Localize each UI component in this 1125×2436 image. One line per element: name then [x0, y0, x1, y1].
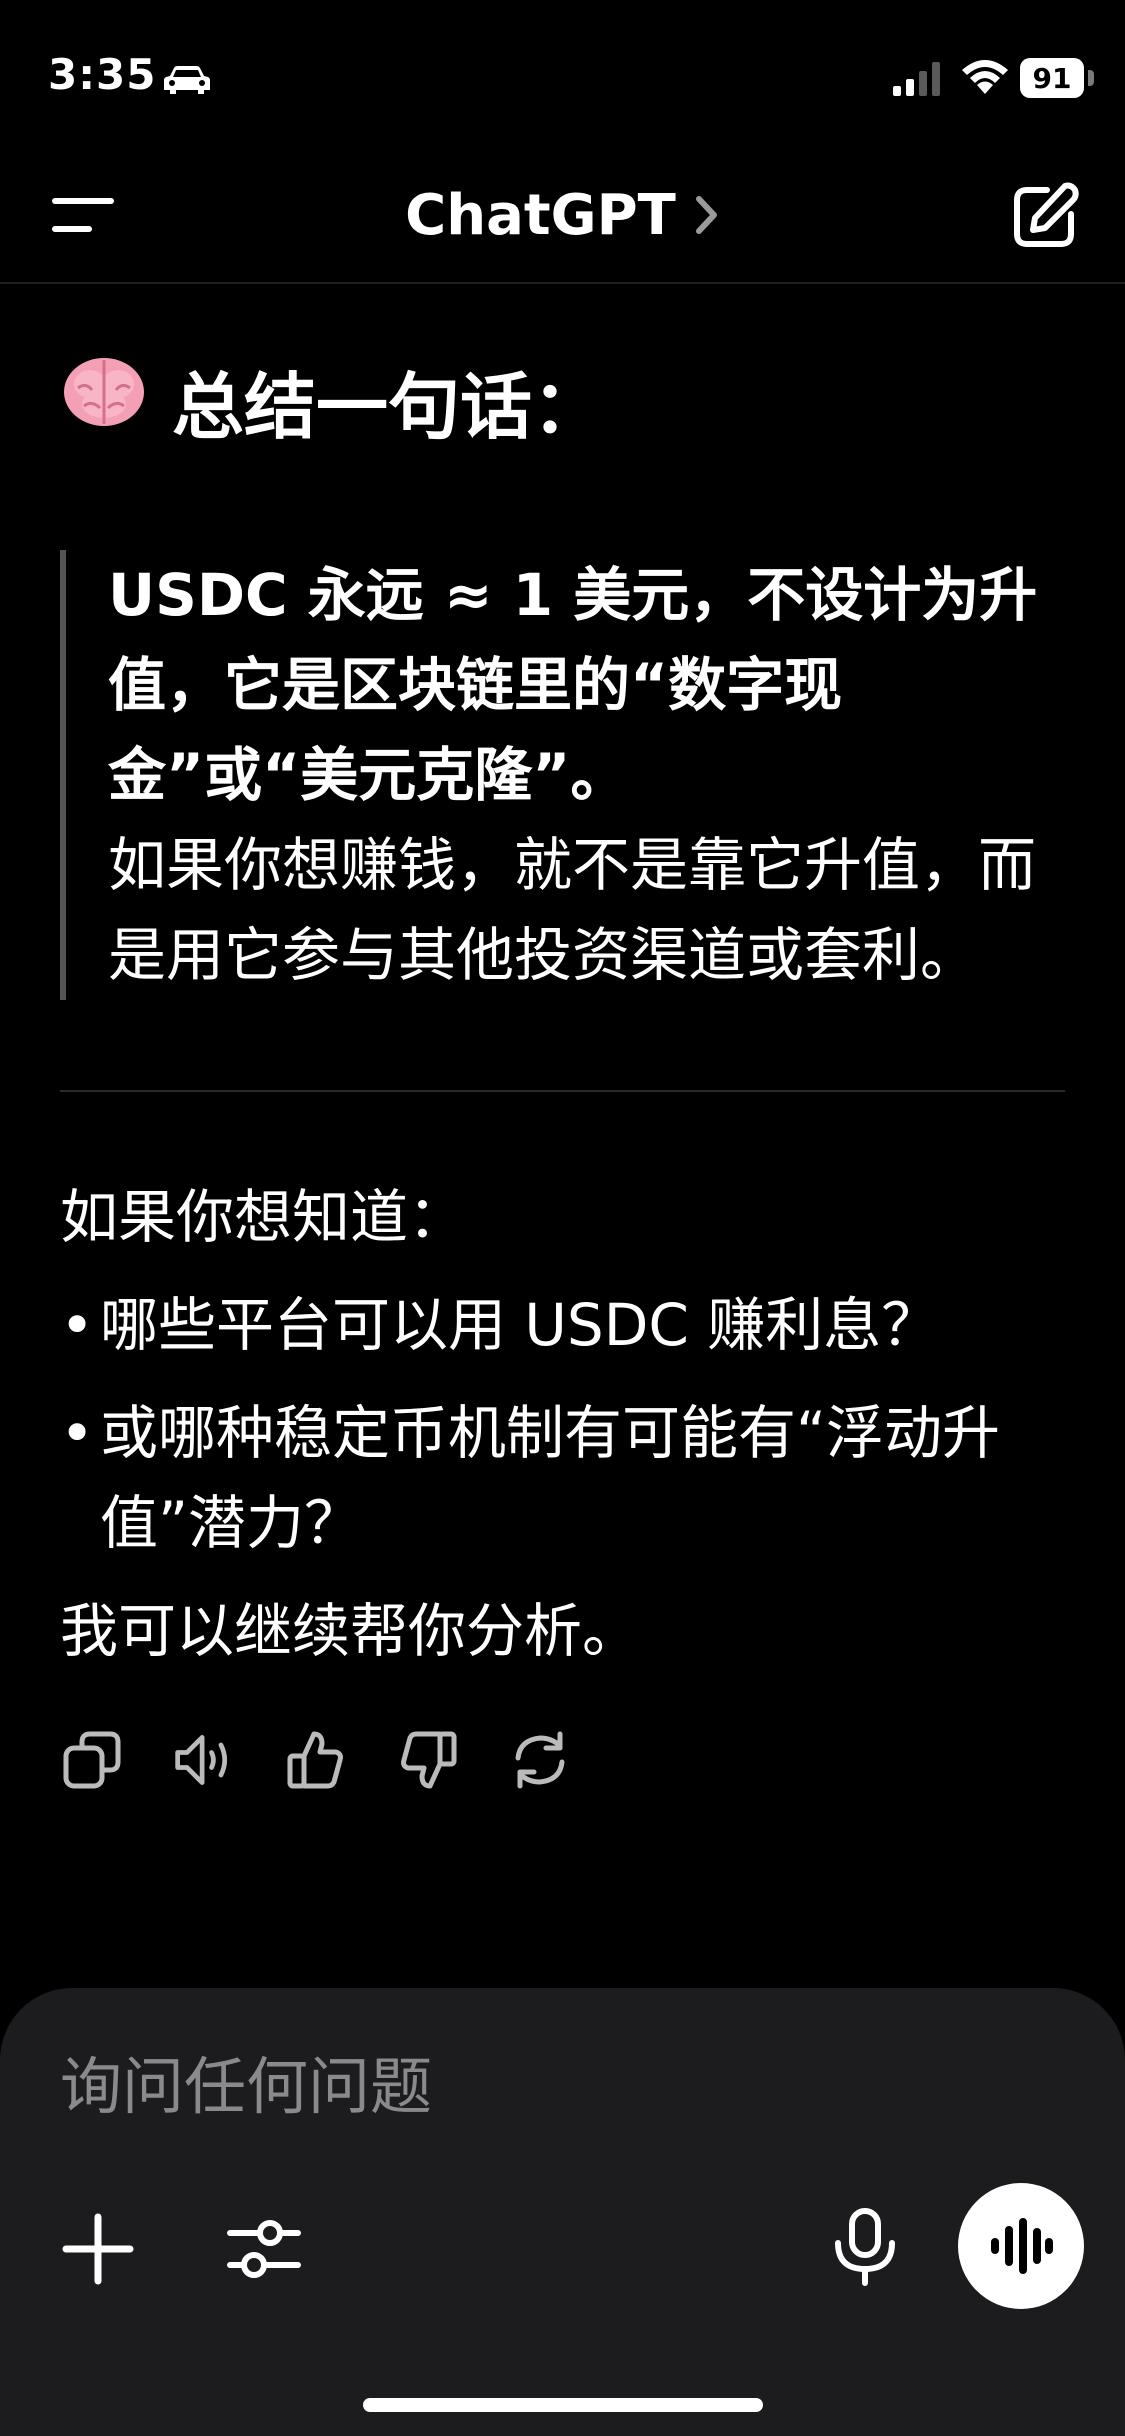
composer: 询问任何问题: [0, 1988, 1125, 2436]
quote-normal-text: 如果你想赚钱，就不是靠它升值，而是用它参与其他投资渠道或套利。: [108, 831, 1037, 989]
chevron-right-icon: [694, 186, 720, 251]
signal-icon: [893, 62, 945, 100]
compose-icon[interactable]: [1009, 180, 1081, 256]
sliders-icon: [227, 2220, 301, 2278]
bullet: •: [60, 1399, 95, 1467]
thumbs-up-button[interactable]: [284, 1728, 348, 1792]
microphone-icon: [835, 2208, 895, 2286]
battery-icon: 91: [1020, 58, 1084, 98]
followup-section: 如果你想知道： • 哪些平台可以用 USDC 赚利息？ • 或哪种稳定币机制有可…: [60, 1172, 1065, 1676]
voice-mode-button[interactable]: [958, 2183, 1084, 2309]
followup-outro: 我可以继续帮你分析。: [60, 1597, 641, 1665]
list-item-text: 或哪种稳定币机制有可能有“浮动升值”潜力？: [100, 1399, 1001, 1557]
followup-list: • 哪些平台可以用 USDC 赚利息？ • 或哪种稳定币机制有可能有“浮动升值”…: [60, 1280, 1065, 1568]
summary-quote: USDC 永远 ≈ 1 美元，不设计为升值，它是区块链里的“数字现金”或“美元克…: [60, 550, 1065, 1000]
summary-heading: 总结一句话：: [60, 350, 1065, 450]
divider: [60, 1090, 1065, 1092]
list-item-text: 哪些平台可以用 USDC 赚利息？: [100, 1291, 940, 1359]
thumbs-down-button[interactable]: [396, 1728, 460, 1792]
regenerate-icon: [515, 1731, 565, 1789]
list-item: • 哪些平台可以用 USDC 赚利息？: [60, 1280, 1065, 1370]
regenerate-button[interactable]: [508, 1728, 572, 1792]
composer-toolbar: [0, 2183, 1125, 2313]
thumbs-down-icon: [401, 1731, 457, 1789]
dictate-button[interactable]: [830, 2207, 900, 2291]
list-item: • 或哪种稳定币机制有可能有“浮动升值”潜力？: [60, 1388, 1065, 1568]
brain-icon: [60, 348, 148, 453]
battery-tip: [1088, 70, 1094, 86]
home-indicator[interactable]: [363, 2398, 763, 2412]
plus-icon: [62, 2213, 134, 2285]
quote-bold-text: USDC 永远 ≈ 1 美元，不设计为升值，它是区块链里的“数字现金”或“美元克…: [108, 561, 1038, 809]
voice-waveform-icon: [991, 2218, 1053, 2274]
copy-button[interactable]: [60, 1728, 124, 1792]
message-input[interactable]: 询问任何问题: [60, 2036, 432, 2126]
tools-button[interactable]: [226, 2211, 302, 2291]
followup-intro: 如果你想知道：: [60, 1183, 467, 1251]
wifi-icon: [960, 58, 1010, 100]
summary-title: 总结一句话：: [172, 364, 605, 449]
status-bar: 3:35 91: [0, 0, 1125, 150]
read-aloud-button[interactable]: [172, 1728, 236, 1792]
attach-button[interactable]: [62, 2213, 134, 2289]
model-selector[interactable]: ChatGPT: [0, 180, 1125, 251]
nav-title: ChatGPT: [405, 183, 676, 248]
bullet: •: [60, 1291, 95, 1359]
message-actions: [60, 1728, 1065, 1792]
speaker-icon: [175, 1735, 228, 1785]
status-time: 3:35: [48, 50, 157, 99]
assistant-message: 总结一句话： USDC 永远 ≈ 1 美元，不设计为升值，它是区块链里的“数字现…: [60, 350, 1065, 1792]
copy-icon: [63, 1731, 121, 1789]
thumbs-up-icon: [287, 1731, 343, 1789]
car-icon: [162, 64, 212, 100]
nav-bar: ChatGPT: [0, 150, 1125, 284]
